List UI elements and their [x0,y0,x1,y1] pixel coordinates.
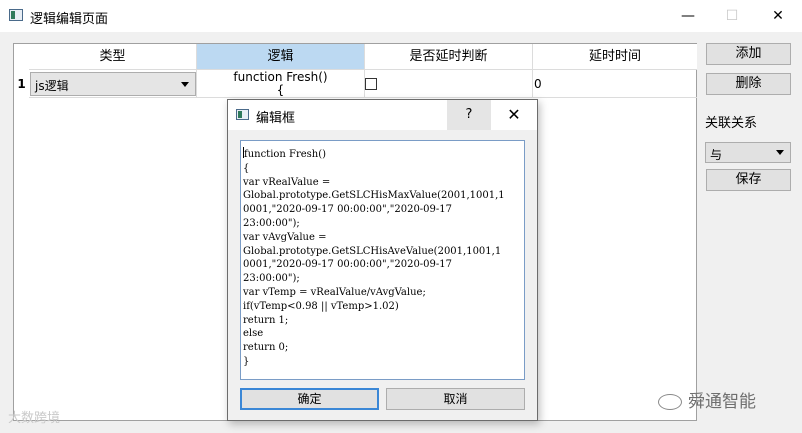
code-line: Global.prototype.GetSLCHisMaxValue(2001,… [243,190,505,202]
add-button[interactable]: 添加 [706,43,791,65]
watermark-right-text: 舜通智能 [688,392,756,412]
edit-dialog: 编辑框 ? ✕ function Fresh() { var vRealValue … [227,99,538,421]
code-line: else [243,328,264,340]
chevron-down-icon [181,82,189,87]
logic-preview-line-2: { [276,83,285,97]
delay-checkbox[interactable] [365,78,377,90]
logic-preview[interactable]: function Fresh() { [197,70,364,98]
header-type[interactable]: 类型 [29,44,197,70]
code-line: 23:00:00"); [243,217,300,229]
code-line: { [243,162,250,174]
code-line: var vAvgValue = [243,231,327,243]
text-caret [243,147,244,158]
dialog-titlebar: 编辑框 ? ✕ [228,100,537,130]
header-delay-time[interactable]: 延时时间 [533,44,697,70]
dialog-app-icon [236,109,249,120]
code-text: function Fresh() { var vRealValue = Global.… [241,141,524,369]
window-titlebar: 逻辑编辑页面 — ☐ ✕ [0,0,802,32]
watermark-right: 舜通智能 [658,387,756,412]
chevron-down-icon [776,150,784,155]
cancel-button[interactable]: 取消 [386,388,525,410]
row-index[interactable]: 1 [14,70,29,98]
relation-label: 关联关系 [705,116,758,131]
header-delay-check[interactable]: 是否延时判断 [365,44,533,70]
code-line: return 0; [243,342,289,354]
relation-combobox-value: 与 [710,148,723,162]
code-line: 0001,"2020-09-17 00:00:00","2020-09-17 [243,259,453,271]
maximize-button: ☐ [725,8,739,24]
type-combobox[interactable]: js逻辑 [30,72,196,96]
type-combobox-value: js逻辑 [35,79,69,93]
code-line: if(vTemp<0.98 || vTemp>1.02) [243,300,399,312]
delete-button[interactable]: 删除 [706,73,791,95]
code-line: 23:00:00"); [243,273,300,285]
help-button[interactable]: ? [447,100,491,130]
window-title: 逻辑编辑页面 [30,12,109,27]
close-button[interactable]: ✕ [756,4,800,28]
header-logic[interactable]: 逻辑 [197,44,365,70]
minimize-button[interactable]: — [666,4,710,28]
code-line: 0001,"2020-09-17 00:00:00","2020-09-17 [243,204,453,216]
delay-time-value[interactable]: 0 [534,77,542,91]
code-line: } [243,355,250,367]
ok-button[interactable]: 确定 [240,388,379,410]
code-line: var vRealValue = [243,176,331,188]
dialog-title: 编辑框 [256,111,296,126]
code-line: function Fresh() [243,147,327,160]
table-cell-delay-time[interactable] [533,70,697,98]
watermark-left: 大数跨境 [8,411,61,426]
code-line: Global.prototype.GetSLCHisAveValue(2001,… [243,245,502,257]
table-cell-delay-check [365,70,533,98]
wechat-icon [658,394,682,410]
code-line: var vTemp = vRealValue/vAvgValue; [243,286,426,298]
code-line: return 1; [243,314,289,326]
dialog-close-button[interactable]: ✕ [491,100,537,130]
code-editor[interactable]: function Fresh() { var vRealValue = Global.… [240,140,525,380]
relation-combobox[interactable]: 与 [705,142,791,163]
app-icon [9,9,23,21]
save-button[interactable]: 保存 [706,169,791,191]
